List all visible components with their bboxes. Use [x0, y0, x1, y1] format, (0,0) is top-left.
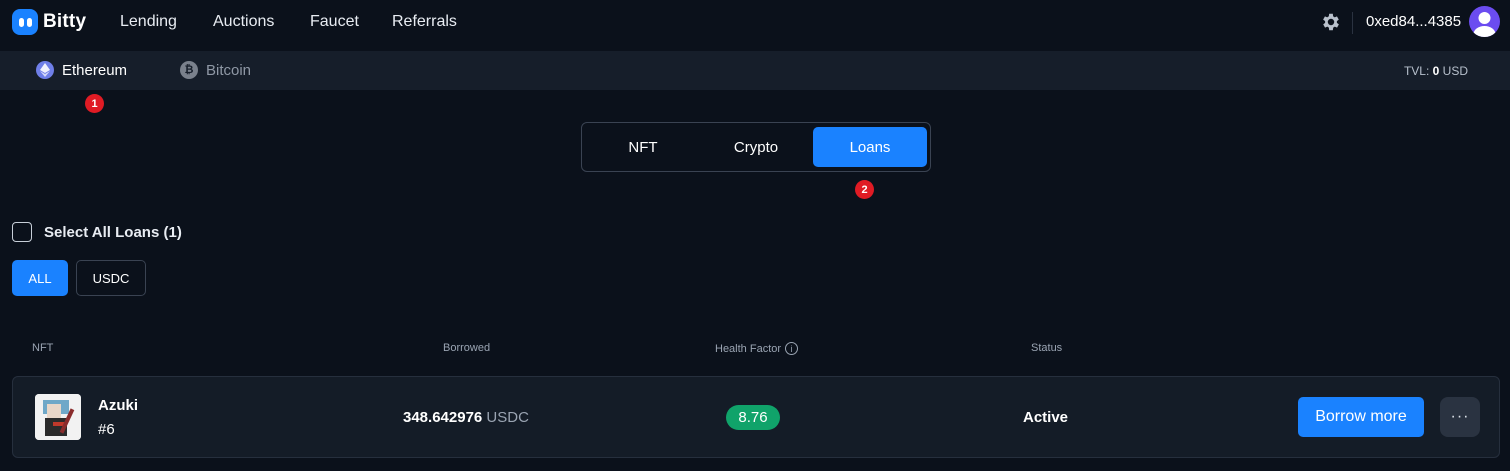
ethereum-icon [36, 61, 54, 79]
nft-token-id: #6 [98, 421, 115, 438]
logo-mark-icon [12, 9, 38, 35]
info-icon[interactable]: i [785, 342, 799, 355]
select-all-checkbox[interactable] [12, 222, 32, 242]
nav-auctions[interactable]: Auctions [213, 13, 274, 31]
borrowed-amount: 348.642976 USDC [403, 409, 529, 426]
wallet-address[interactable]: 0xed84...4385 [1366, 13, 1461, 30]
nav-lending[interactable]: Lending [120, 13, 177, 31]
more-options-button[interactable]: ··· [1440, 397, 1480, 437]
column-header-status: Status [1031, 342, 1063, 354]
chain-label-bitcoin: Bitcoin [206, 61, 252, 79]
nav-faucet[interactable]: Faucet [310, 13, 359, 31]
filter-all-button[interactable]: ALL [12, 260, 68, 296]
bitcoin-icon: ₿ [180, 61, 198, 79]
health-factor-badge: 8.76 [726, 405, 780, 430]
tvl-value: 0 [1432, 64, 1440, 78]
nav-referrals[interactable]: Referrals [392, 13, 457, 31]
table-row[interactable]: Azuki #6 348.642976 USDC 8.76 Active Bor… [12, 376, 1500, 458]
borrow-more-button[interactable]: Borrow more [1298, 397, 1424, 437]
view-tabs: NFT Crypto Loans [581, 122, 931, 172]
user-avatar-icon [1473, 12, 1496, 37]
top-navigation: Bitty Lending Auctions Faucet Referrals … [0, 0, 1510, 46]
tab-loans[interactable]: Loans [813, 127, 927, 167]
chain-ethereum[interactable]: Ethereum [36, 61, 127, 79]
tab-crypto[interactable]: Crypto [699, 127, 813, 167]
tab-nft[interactable]: NFT [586, 127, 700, 167]
tvl-unit: USD [1442, 64, 1468, 78]
column-header-health: Health Factor i [715, 342, 799, 355]
chain-label-ethereum: Ethereum [62, 61, 128, 79]
annotation-badge: 2 [855, 180, 874, 199]
chain-bitcoin[interactable]: ₿ Bitcoin [180, 61, 251, 79]
tvl-display: TVL: 0 USD [1404, 64, 1468, 78]
column-header-nft: NFT [32, 342, 54, 354]
column-header-borrowed: Borrowed [443, 342, 491, 354]
brand-name: Bitty [43, 11, 87, 32]
divider [1352, 12, 1353, 34]
brand-logo[interactable]: Bitty [12, 9, 86, 35]
tvl-label: TVL: [1403, 64, 1430, 78]
select-all-label[interactable]: Select All Loans (1) [44, 224, 182, 241]
annotation-badge: 1 [85, 94, 104, 113]
avatar[interactable] [1469, 6, 1500, 37]
chain-selector-bar: Ethereum ₿ Bitcoin TVL: 0 USD [0, 51, 1510, 90]
nft-name: Azuki [98, 397, 139, 414]
azuki-nft-image-icon [35, 394, 81, 440]
filter-usdc-button[interactable]: USDC [76, 260, 146, 296]
status-text: Active [1023, 409, 1069, 426]
nft-thumbnail [35, 394, 81, 440]
gear-icon[interactable] [1320, 11, 1342, 33]
